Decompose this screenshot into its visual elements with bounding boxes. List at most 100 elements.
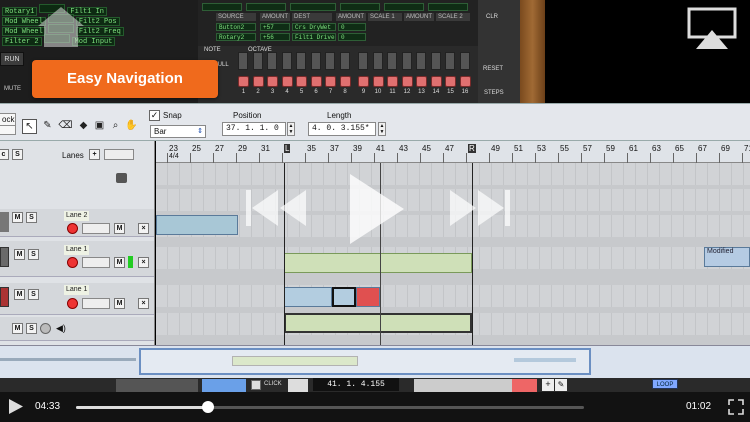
matrix-cell[interactable] (246, 3, 286, 11)
position-field[interactable]: 37. 1. 1. 0 (222, 122, 286, 136)
lane-select[interactable] (82, 257, 110, 268)
step-button[interactable] (416, 76, 427, 87)
pencil-tool-icon[interactable]: ✎ (40, 119, 55, 134)
selected-clip[interactable] (332, 287, 356, 307)
step-button[interactable] (267, 76, 278, 87)
step-button[interactable] (401, 76, 413, 87)
track-record-toggle[interactable] (40, 323, 51, 334)
matrix-cell[interactable] (290, 3, 336, 11)
lane-mute-button[interactable]: M (114, 223, 125, 234)
add-lane-button[interactable]: + (89, 149, 100, 160)
track-solo-button[interactable]: S (28, 249, 39, 260)
track-mute-button[interactable]: M (12, 212, 23, 223)
transport-button[interactable] (288, 379, 308, 392)
step-button[interactable] (310, 76, 322, 87)
lane-view-select[interactable] (104, 149, 134, 160)
step-button[interactable] (387, 76, 398, 87)
fullscreen-icon[interactable] (727, 398, 745, 416)
transport-play-button[interactable] (202, 379, 246, 392)
record-button[interactable] (67, 223, 78, 234)
track-solo-button[interactable]: S (28, 289, 39, 300)
header-mute-button[interactable]: c (0, 149, 9, 160)
matrix-cell[interactable] (202, 3, 242, 11)
track-mute-button[interactable]: M (14, 249, 25, 260)
razor-tool-icon[interactable]: ▣ (92, 119, 107, 134)
run-button[interactable]: RUN (0, 52, 24, 66)
track-mute-button[interactable]: M (14, 289, 25, 300)
speaker-icon[interactable]: ◀) (56, 323, 66, 334)
fast-forward-icon[interactable] (448, 186, 512, 230)
line-tool-icon[interactable]: ◆ (76, 119, 91, 134)
edit-button[interactable]: ✎ (555, 379, 567, 391)
track-row[interactable]: M S Lane 1 M × (0, 283, 154, 315)
note-clip[interactable] (156, 215, 238, 235)
matrix-cell[interactable] (384, 3, 424, 11)
matrix-amount-cell[interactable]: 0 (338, 33, 366, 41)
step-button[interactable] (281, 76, 293, 87)
snap-select[interactable]: Bar ⇕ (150, 125, 206, 138)
lane-mute-button[interactable]: M (114, 257, 125, 268)
record-button[interactable] (67, 257, 78, 268)
home-icon[interactable] (34, 4, 88, 50)
step-button[interactable] (430, 76, 442, 87)
hand-tool-icon[interactable]: ✋ (124, 119, 139, 134)
lane-mute-button[interactable]: M (114, 298, 125, 309)
delete-lane-button[interactable]: × (138, 223, 149, 234)
loop-locator-r[interactable]: R (468, 144, 476, 153)
add-button[interactable]: + (542, 379, 554, 391)
note-clip[interactable] (284, 287, 332, 307)
timeline-ruler[interactable]: 4/4 23 25 27 29 31 L 35 37 39 41 43 45 47 R 49 51 53 55 57… (156, 141, 750, 163)
step-button[interactable] (339, 76, 351, 87)
step-button[interactable] (358, 76, 369, 87)
block-mode-button[interactable] (0, 125, 16, 135)
note-clip[interactable] (284, 313, 472, 333)
scrub-knob[interactable] (202, 401, 215, 413)
matrix-source-cell[interactable]: Rotary2 (216, 33, 256, 41)
lane-select[interactable] (82, 223, 110, 234)
matrix-cell[interactable] (340, 3, 380, 11)
modified-clip[interactable]: Modified (704, 247, 750, 267)
track-row[interactable]: M S Lane 1 M × (0, 241, 154, 277)
snap-checkbox[interactable]: ✓ (149, 110, 160, 121)
track-settings-icon[interactable] (116, 173, 127, 183)
arrow-tool-icon[interactable]: ↖ (22, 119, 37, 134)
loop-locator-l[interactable]: L (284, 144, 291, 153)
airplay-icon[interactable] (686, 6, 738, 52)
delete-lane-button[interactable]: × (138, 257, 149, 268)
track-solo-button[interactable]: S (26, 323, 37, 334)
delete-lane-button[interactable]: × (138, 298, 149, 309)
matrix-amount-cell[interactable]: 0 (338, 23, 366, 31)
track-row[interactable]: M S Lane 2 M × (0, 209, 154, 237)
track-row[interactable]: M S ◀) (0, 317, 154, 341)
rewind-icon[interactable] (244, 186, 308, 230)
step-button[interactable] (238, 76, 249, 87)
matrix-dest-cell[interactable]: Crs DryWet (292, 23, 336, 31)
play-icon[interactable] (346, 170, 406, 248)
play-icon[interactable] (8, 398, 24, 415)
magnify-tool-icon[interactable]: ⌕ (108, 119, 123, 134)
matrix-amount-cell[interactable]: +57 (260, 23, 290, 31)
step-button[interactable] (325, 76, 336, 87)
note-clip[interactable] (284, 253, 472, 273)
position-stepper[interactable]: ▲ ▼ (287, 122, 295, 136)
matrix-amount-cell[interactable]: +56 (260, 33, 290, 41)
step-button[interactable] (445, 76, 456, 87)
matrix-source-cell[interactable]: Button2 (216, 23, 256, 31)
track-solo-button[interactable]: S (26, 212, 37, 223)
lane-select[interactable] (82, 298, 110, 309)
record-button[interactable] (67, 298, 78, 309)
step-button[interactable] (252, 76, 264, 87)
length-stepper[interactable]: ▲ ▼ (378, 122, 386, 136)
step-button[interactable] (372, 76, 384, 87)
matrix-dest-cell[interactable]: Filt1 Drive (292, 33, 336, 41)
record-indicator[interactable] (512, 379, 537, 392)
track-mute-button[interactable]: M (12, 323, 23, 334)
length-field[interactable]: 4. 0. 3.155* (308, 122, 376, 136)
step-button[interactable] (296, 76, 307, 87)
eraser-tool-icon[interactable]: ⌫ (58, 119, 73, 134)
overview-view-window[interactable] (139, 348, 591, 375)
header-solo-button[interactable]: S (12, 149, 23, 160)
click-checkbox[interactable] (251, 380, 261, 390)
matrix-cell[interactable] (428, 3, 468, 11)
loop-button[interactable]: LOOP (652, 379, 678, 389)
